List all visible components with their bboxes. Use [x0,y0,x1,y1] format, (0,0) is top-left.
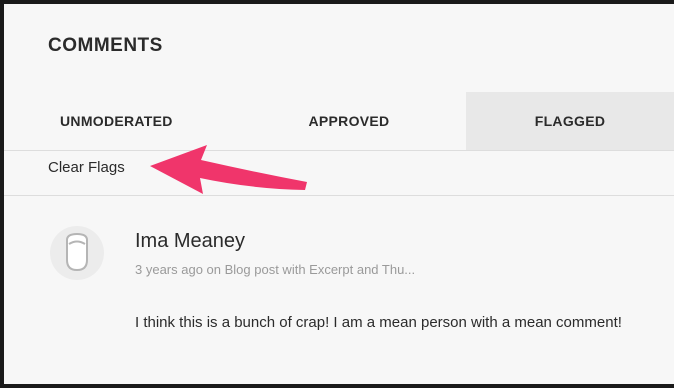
tab-bar: UNMODERATED APPROVED FLAGGED [4,92,674,151]
comment-text: I think this is a bunch of crap! I am a … [135,314,622,331]
comment-author[interactable]: Ima Meaney [135,230,245,253]
tab-approved[interactable]: APPROVED [264,92,434,150]
comments-panel: COMMENTS UNMODERATED APPROVED FLAGGED Cl… [0,0,674,388]
user-silhouette-icon [66,232,88,272]
page-title: COMMENTS [48,35,163,56]
tab-unmoderated[interactable]: UNMODERATED [44,92,194,150]
avatar [50,226,104,280]
tab-flagged[interactable]: FLAGGED [466,92,674,150]
header: COMMENTS [4,4,674,92]
comment-meta[interactable]: 3 years ago on Blog post with Excerpt an… [135,262,415,277]
clear-flags-button[interactable]: Clear Flags [48,159,125,176]
comment-item: Ima Meaney 3 years ago on Blog post with… [4,196,674,384]
action-bar: Clear Flags [4,151,674,196]
